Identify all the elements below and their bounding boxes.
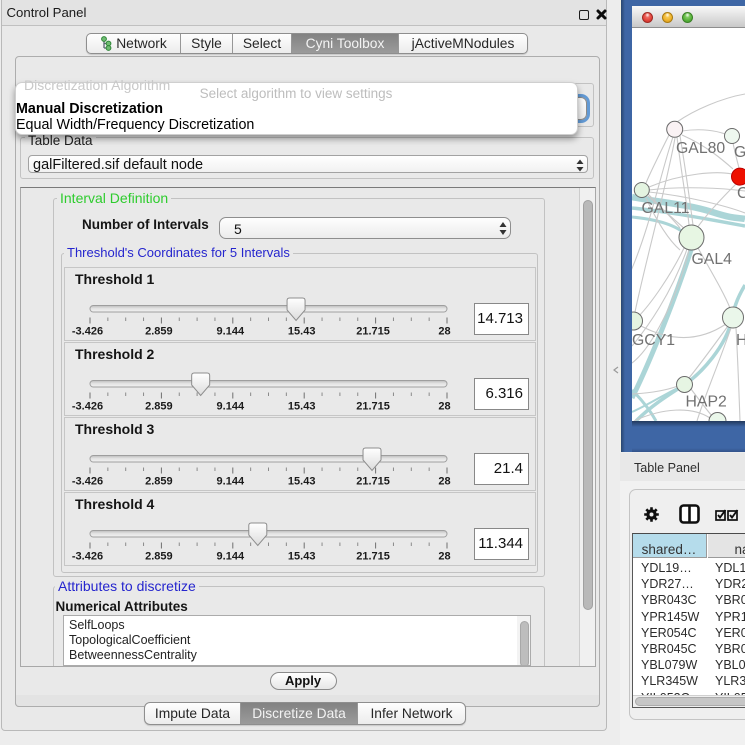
svg-text:28: 28: [438, 326, 450, 338]
svg-text:2.859: 2.859: [145, 551, 173, 563]
svg-text:9.144: 9.144: [217, 401, 245, 413]
svg-text:21.715: 21.715: [356, 551, 390, 563]
svg-text:28: 28: [438, 476, 450, 488]
svg-text:21.715: 21.715: [356, 326, 390, 338]
svg-text:15.43: 15.43: [288, 401, 316, 413]
svg-text:9.144: 9.144: [217, 476, 245, 488]
svg-text:C: C: [737, 185, 745, 202]
svg-text:GAL4: GAL4: [692, 251, 733, 268]
svg-text:GA: GA: [734, 144, 745, 161]
svg-text:-3.426: -3.426: [72, 476, 103, 488]
svg-text:-3.426: -3.426: [72, 326, 103, 338]
svg-text:HAP2: HAP2: [686, 394, 727, 411]
svg-text:21.715: 21.715: [356, 476, 390, 488]
svg-text:21.715: 21.715: [356, 401, 390, 413]
svg-text:15.43: 15.43: [288, 476, 316, 488]
svg-text:2.859: 2.859: [145, 326, 173, 338]
svg-text:9.144: 9.144: [217, 326, 245, 338]
svg-text:9.144: 9.144: [217, 551, 245, 563]
svg-text:GAL11: GAL11: [642, 200, 690, 217]
svg-text:28: 28: [438, 551, 450, 563]
svg-text:15.43: 15.43: [288, 326, 316, 338]
svg-text:2.859: 2.859: [145, 476, 173, 488]
svg-text:-3.426: -3.426: [72, 551, 103, 563]
svg-text:GAL80: GAL80: [676, 140, 725, 157]
svg-text:GCY1: GCY1: [632, 332, 675, 349]
svg-text:-3.426: -3.426: [72, 401, 103, 413]
svg-text:28: 28: [438, 401, 450, 413]
svg-text:15.43: 15.43: [288, 551, 316, 563]
svg-text:H: H: [736, 332, 745, 349]
svg-text:2.859: 2.859: [145, 401, 173, 413]
